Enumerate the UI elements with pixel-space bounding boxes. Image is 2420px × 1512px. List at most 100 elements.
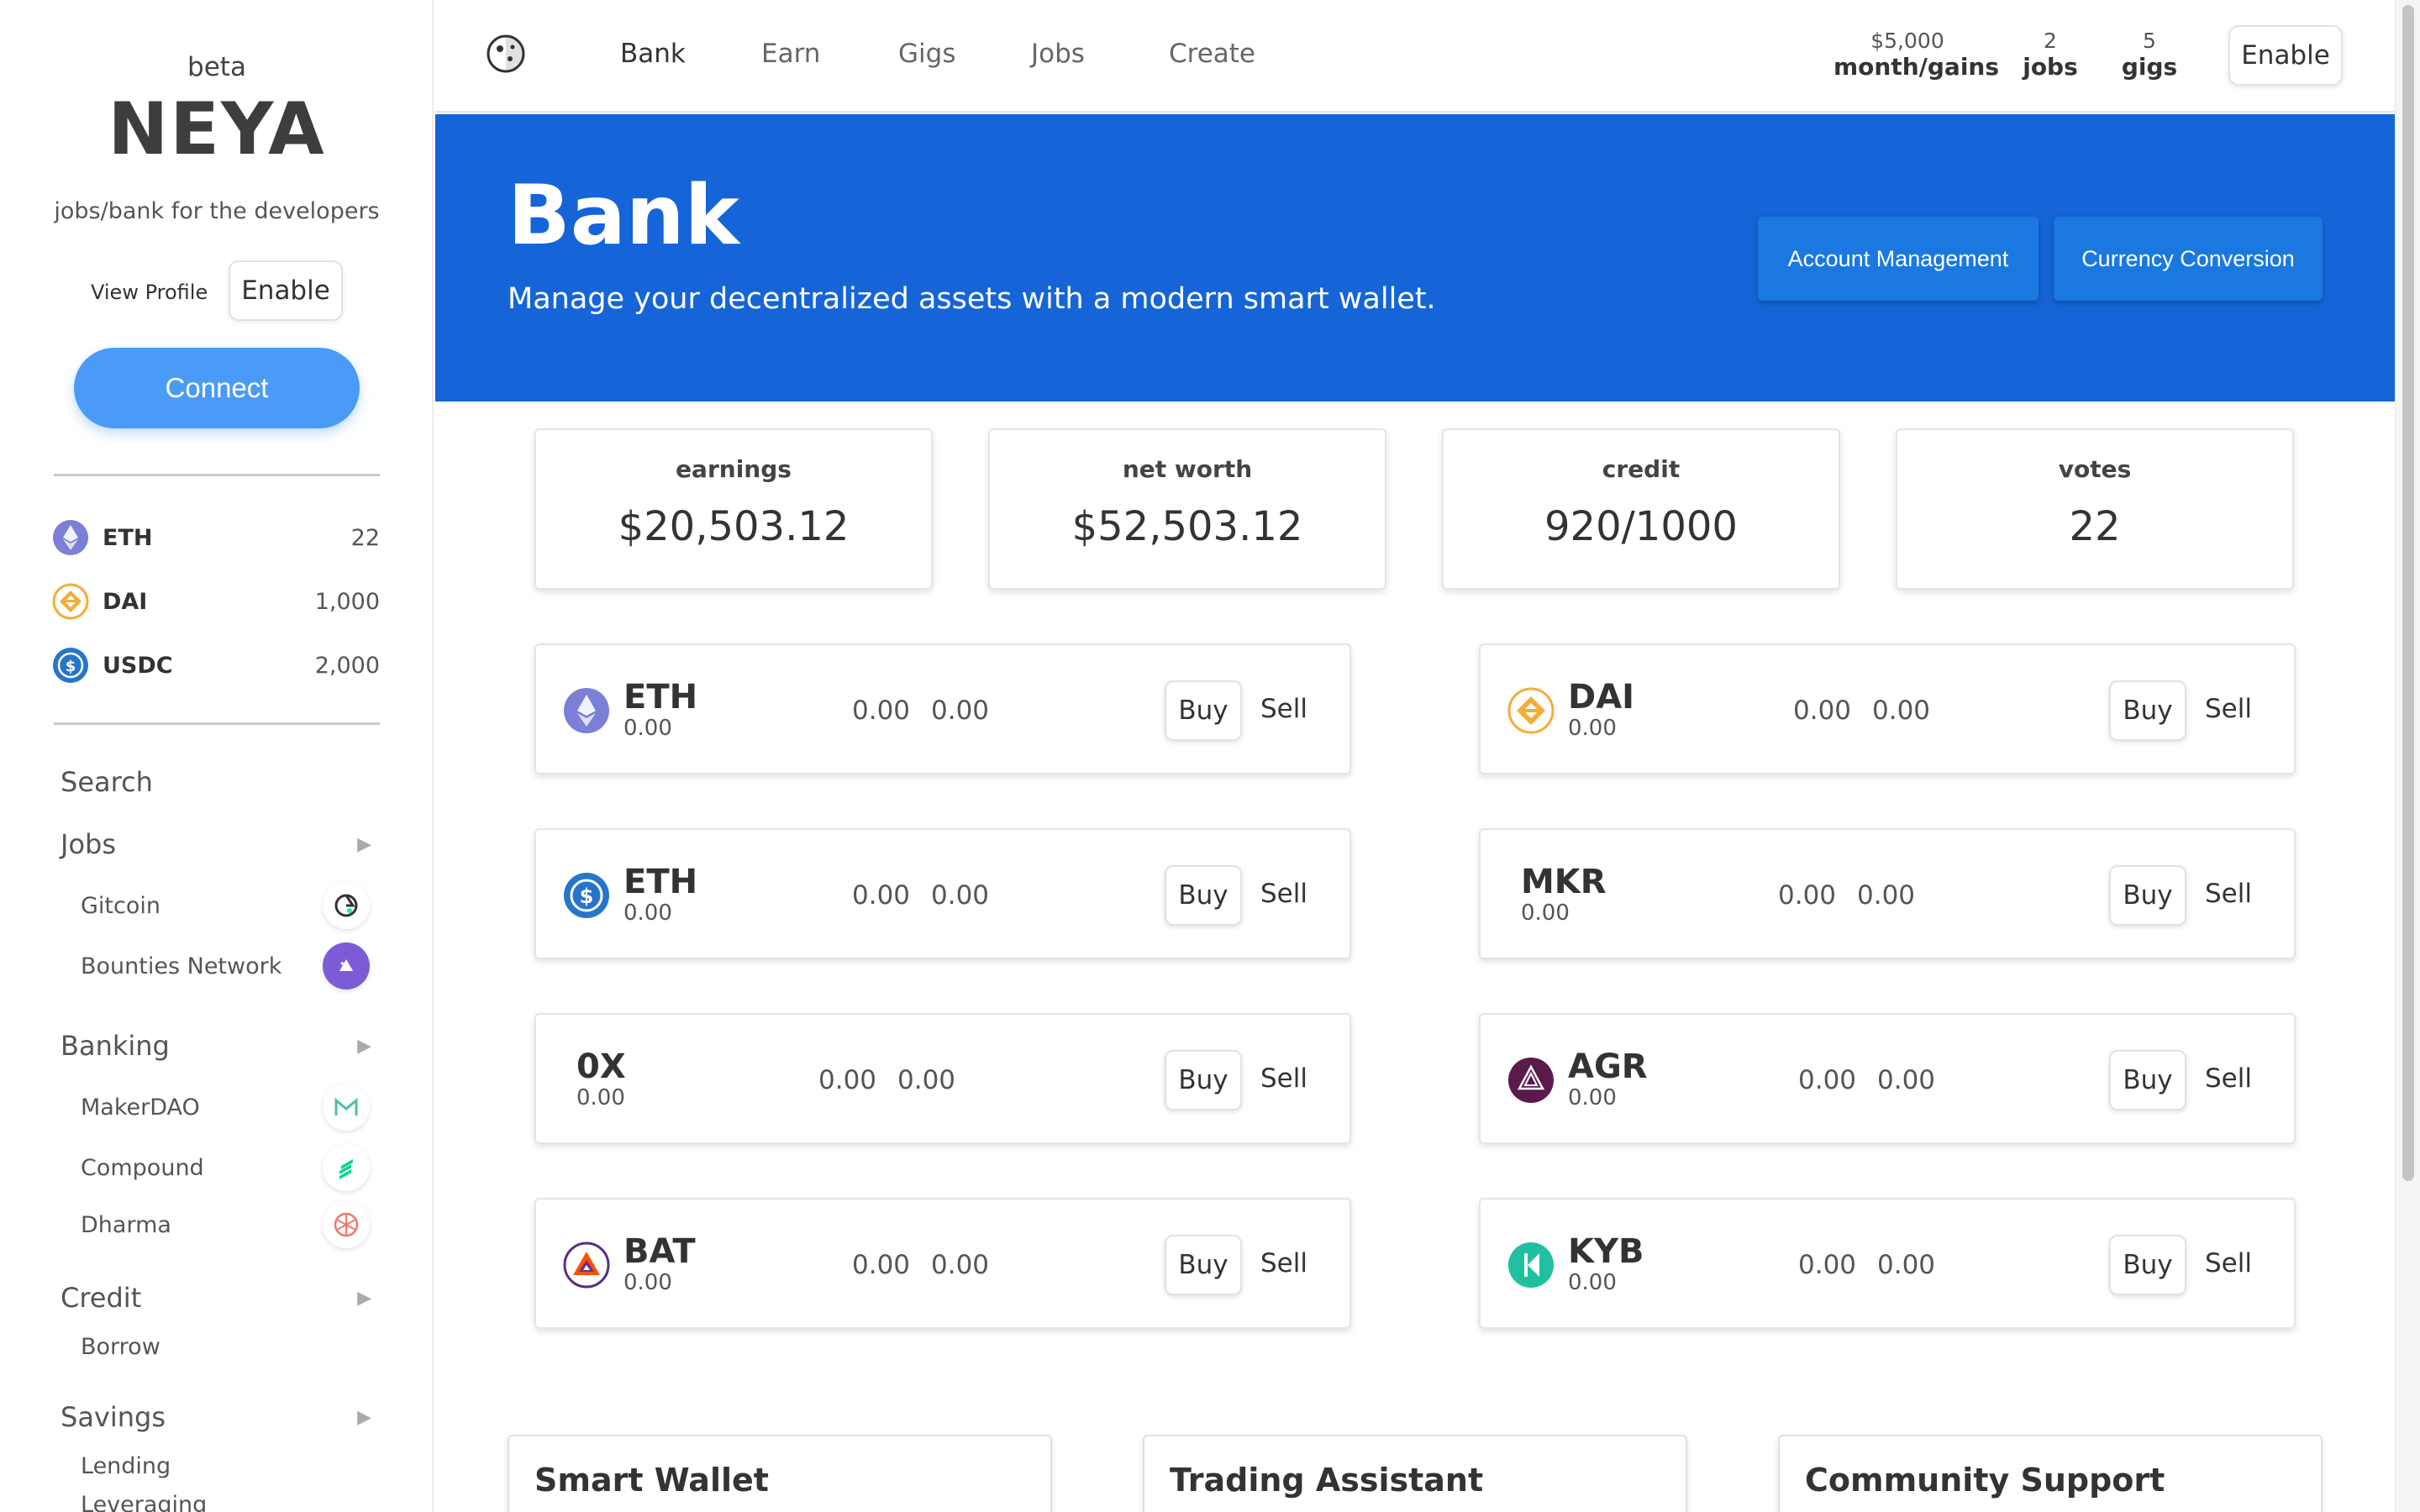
- nav-savings-label: Savings: [60, 1401, 166, 1433]
- page-scrollbar[interactable]: [2395, 0, 2420, 1512]
- feature-card-trading-assistant[interactable]: Trading Assistant: [1143, 1435, 1687, 1512]
- asset-card-dai: DAI 0.00 0.00 0.00 Buy Sell: [1479, 643, 2296, 774]
- nav-item-makerdao[interactable]: MakerDAO: [81, 1084, 370, 1131]
- nav-search-label: Search: [60, 766, 153, 798]
- nav-search[interactable]: Search: [60, 766, 380, 798]
- summary-value: 920/1000: [1544, 503, 1738, 550]
- caret-right-icon: ▶: [357, 1406, 371, 1428]
- caret-right-icon: ▶: [357, 1287, 371, 1309]
- sell-button[interactable]: Sell: [1260, 694, 1307, 724]
- asset-card-eth: ETH 0.00 0.00 0.00 Buy Sell: [534, 643, 1351, 774]
- connect-button[interactable]: Connect: [74, 348, 360, 428]
- nav-item-lending[interactable]: Lending: [81, 1453, 370, 1479]
- sell-button[interactable]: Sell: [2205, 1248, 2252, 1278]
- balance-symbol: ETH: [103, 524, 153, 551]
- usdc-icon: $: [52, 647, 89, 684]
- nav-item-gitcoin[interactable]: Gitcoin: [81, 882, 370, 929]
- currency-conversion-button[interactable]: Currency Conversion: [2054, 217, 2323, 301]
- dai-icon: [1507, 687, 1555, 734]
- bat-icon: [563, 1242, 610, 1289]
- page-subtitle: Manage your decentralized assets with a …: [508, 282, 1436, 316]
- sell-button[interactable]: Sell: [1260, 1248, 1307, 1278]
- asset-balance: 0.00: [576, 1085, 625, 1110]
- nav-savings[interactable]: Savings ▶: [60, 1401, 380, 1433]
- buy-button[interactable]: Buy: [1165, 1050, 1242, 1110]
- nav-item-leveraging[interactable]: Leveraging: [81, 1492, 370, 1512]
- feature-card-community-support[interactable]: Community Support: [1778, 1435, 2323, 1512]
- nav-link-gigs[interactable]: Gigs: [898, 39, 955, 69]
- buy-button[interactable]: Buy: [1165, 1235, 1242, 1295]
- moon-icon[interactable]: [486, 34, 526, 74]
- buy-button[interactable]: Buy: [1165, 865, 1242, 926]
- usdc-icon: $: [563, 872, 610, 919]
- asset-value: 0.00: [852, 1250, 911, 1280]
- nav-item-compound[interactable]: Compound: [81, 1144, 370, 1191]
- asset-value: 0.00: [818, 1065, 877, 1095]
- stat-month-gains: $5,000 month/gains: [1833, 29, 1999, 81]
- asset-value: 0.00: [931, 1250, 990, 1280]
- asset-balance: 0.00: [623, 900, 672, 926]
- nav-jobs[interactable]: Jobs ▶: [60, 828, 380, 860]
- stat-gigs: 5 gigs: [2114, 29, 2185, 81]
- asset-balance: 0.00: [623, 716, 672, 741]
- sell-button[interactable]: Sell: [1260, 1063, 1307, 1094]
- buy-button[interactable]: Buy: [1165, 680, 1242, 741]
- nav-link-earn[interactable]: Earn: [761, 39, 820, 69]
- divider: [54, 722, 380, 725]
- sell-button[interactable]: Sell: [2205, 694, 2252, 724]
- nav-item-borrow[interactable]: Borrow: [81, 1334, 370, 1360]
- buy-button[interactable]: Buy: [2109, 865, 2186, 926]
- stat-label: gigs: [2121, 53, 2178, 81]
- balance-row-dai: DAI 1,000: [52, 580, 380, 622]
- nav-item-label: Dharma: [81, 1211, 171, 1238]
- nav-item-label: Borrow: [81, 1334, 160, 1360]
- sell-button[interactable]: Sell: [2205, 879, 2252, 909]
- summary-value: $20,503.12: [618, 503, 850, 550]
- asset-value: 0.00: [1798, 1250, 1857, 1280]
- dai-icon: [52, 583, 89, 620]
- nav-credit[interactable]: Credit ▶: [60, 1282, 380, 1314]
- asset-name: MKR: [1521, 863, 1607, 901]
- account-management-button[interactable]: Account Management: [1758, 217, 2039, 301]
- asset-card-kyb: KYB 0.00 0.00 0.00 Buy Sell: [1479, 1198, 2296, 1329]
- stat-value: 5: [2143, 29, 2156, 53]
- summary-card-earnings: earnings $20,503.12: [534, 428, 933, 590]
- view-profile-link[interactable]: View Profile: [91, 281, 208, 304]
- stat-value: $5,000: [1870, 29, 1944, 53]
- asset-card-eth-usdc: $ ETH 0.00 0.00 0.00 Buy Sell: [534, 828, 1351, 959]
- eth-icon: [52, 519, 89, 556]
- nav-link-jobs[interactable]: Jobs: [1031, 39, 1085, 69]
- feature-title: Smart Wallet: [534, 1462, 769, 1499]
- nav-item-bounties-network[interactable]: Bounties Network: [81, 942, 370, 990]
- buy-button[interactable]: Buy: [2109, 680, 2186, 741]
- nav-jobs-label: Jobs: [60, 828, 116, 860]
- sidebar-enable-button[interactable]: Enable: [229, 260, 343, 321]
- summary-label: earnings: [676, 455, 792, 483]
- sell-button[interactable]: Sell: [2205, 1063, 2252, 1094]
- buy-button[interactable]: Buy: [2109, 1235, 2186, 1295]
- kyb-icon: [1507, 1242, 1555, 1289]
- nav-link-create[interactable]: Create: [1169, 39, 1255, 69]
- feature-title: Community Support: [1805, 1462, 2165, 1499]
- feature-card-smart-wallet[interactable]: Smart Wallet: [508, 1435, 1052, 1512]
- summary-label: credit: [1602, 455, 1681, 483]
- scrollbar-thumb[interactable]: [2402, 5, 2414, 1181]
- nav-link-bank[interactable]: Bank: [620, 39, 686, 69]
- asset-value: 0.00: [897, 1065, 956, 1095]
- summary-value: 22: [2069, 503, 2121, 550]
- summary-card-credit: credit 920/1000: [1442, 428, 1840, 590]
- gitcoin-icon: [323, 882, 370, 929]
- stat-jobs: 2 jobs: [2015, 29, 2086, 81]
- buy-button[interactable]: Buy: [2109, 1050, 2186, 1110]
- balance-amount: 1,000: [314, 588, 380, 615]
- sell-button[interactable]: Sell: [1260, 879, 1307, 909]
- balance-symbol: DAI: [103, 588, 148, 615]
- asset-value: 0.00: [1778, 880, 1837, 911]
- nav-banking[interactable]: Banking ▶: [60, 1030, 380, 1062]
- nav-item-label: Lending: [81, 1453, 171, 1479]
- nav-item-label: MakerDAO: [81, 1094, 200, 1121]
- svg-text:$: $: [66, 658, 76, 675]
- top-enable-button[interactable]: Enable: [2228, 25, 2343, 86]
- nav-item-dharma[interactable]: Dharma: [81, 1201, 370, 1248]
- app-logo[interactable]: NEYA: [0, 87, 432, 171]
